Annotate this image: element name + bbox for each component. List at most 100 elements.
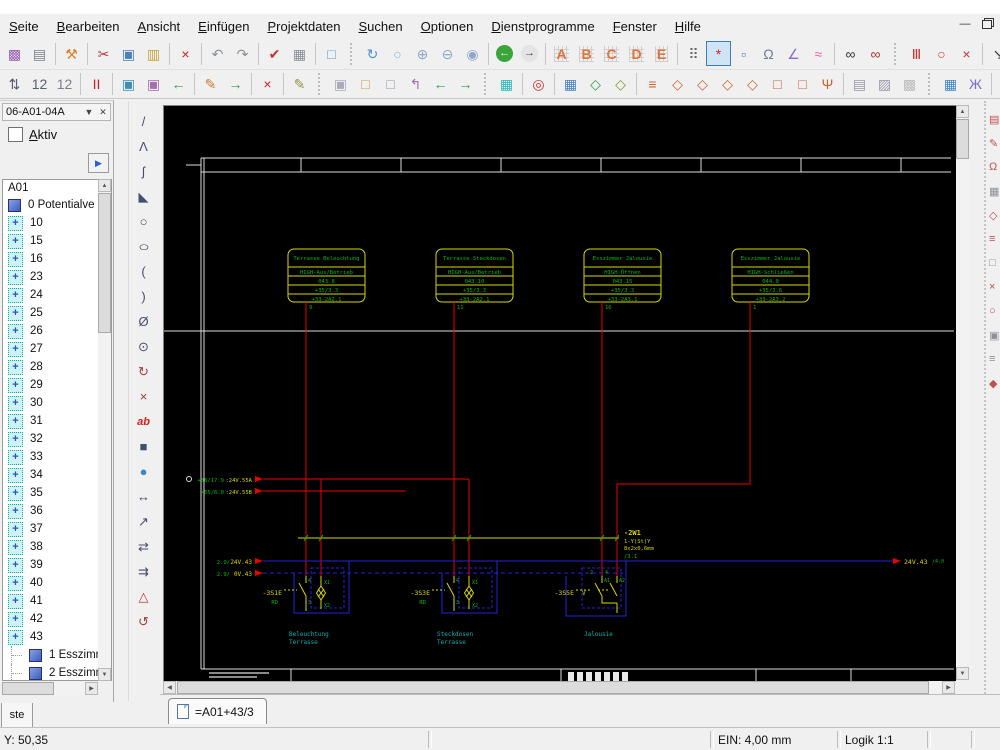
tree-vertical-scrollbar[interactable]: ▲ ▼	[98, 179, 111, 681]
copy-page-icon[interactable]: ▣	[328, 72, 353, 97]
refresh-icon[interactable]: ↻	[360, 41, 385, 66]
right-tool-circle-icon[interactable]: ○	[986, 299, 1000, 323]
paste-icon[interactable]: ▥	[141, 41, 166, 66]
select-symbol-icon[interactable]: ◇	[583, 72, 608, 97]
menu-item-9[interactable]: Hilfe	[666, 16, 710, 37]
hatch-icon[interactable]: ▨	[872, 72, 897, 97]
menu-item-4[interactable]: Projektdaten	[259, 16, 350, 37]
scroll-left-icon[interactable]: ◀	[163, 681, 176, 694]
project-tree[interactable]: A01 0 Potentialve 10 15 16 23 24 25 26 27 28 29 30 3…	[2, 179, 112, 681]
tree-item[interactable]: 26	[3, 322, 111, 340]
line-tool-icon[interactable]: /	[133, 109, 155, 134]
open-page-icon[interactable]: □	[378, 72, 403, 97]
restore-icon[interactable]	[978, 16, 996, 32]
text-tool-icon[interactable]: ab	[133, 409, 155, 434]
print-icon[interactable]: ▤	[27, 41, 52, 66]
panel-bottom-tab[interactable]: ste	[1, 703, 33, 728]
warn-tool-icon[interactable]: △	[133, 584, 155, 609]
scroll-thumb[interactable]	[98, 193, 111, 333]
terminal-multi-icon[interactable]: Ψ	[815, 72, 840, 97]
nav-forward-icon[interactable]: →	[517, 41, 542, 66]
select-new-icon[interactable]: ▩	[897, 72, 922, 97]
tree-item[interactable]: 36	[3, 502, 111, 520]
cut-icon[interactable]: ✂	[91, 41, 116, 66]
tree-item[interactable]: 27	[3, 340, 111, 358]
nav-back-icon[interactable]: ←	[492, 41, 517, 66]
tree-item[interactable]: 39	[3, 556, 111, 574]
page-tab[interactable]: =A01+43/3	[168, 698, 267, 724]
menu-item-3[interactable]: Einfügen	[189, 16, 258, 37]
potential-mid-icon[interactable]: ▣	[141, 72, 166, 97]
zoom-window-icon[interactable]: ○	[385, 41, 410, 66]
terminal-icon[interactable]: ◇	[665, 72, 690, 97]
cross-tool-icon[interactable]: ×	[133, 384, 155, 409]
import-page-icon[interactable]: ↰	[403, 72, 428, 97]
layer-a-icon[interactable]: A	[549, 41, 574, 66]
schematic-canvas[interactable]: Terrasse Beleuchtung HIGH-Aus/Betrieb 043.…	[163, 105, 956, 681]
prev-page-icon[interactable]: ←	[428, 72, 453, 97]
tree-item[interactable]: 28	[3, 358, 111, 376]
wire-cross-icon[interactable]: ×	[954, 41, 979, 66]
right-tool-symbols-icon[interactable]: ▤	[986, 107, 1000, 131]
chevron-down-icon[interactable]: ▼	[82, 105, 96, 119]
potential-end-icon[interactable]: ←	[166, 72, 191, 97]
layer-b-icon[interactable]: B	[574, 41, 599, 66]
edit-macro-icon[interactable]: ✎	[198, 72, 223, 97]
zoom-100-icon[interactable]: ◉	[460, 41, 485, 66]
scroll-down-icon[interactable]: ▼	[98, 668, 111, 681]
right-tool-dot-icon[interactable]: ◆	[986, 371, 1000, 395]
scroll-thumb[interactable]	[2, 682, 54, 695]
clock-tool-icon[interactable]: ⊙	[133, 334, 155, 359]
right-tool-omega-icon[interactable]: Ω	[986, 155, 1000, 179]
monitor-icon[interactable]: □	[319, 41, 344, 66]
menu-item-8[interactable]: Fenster	[604, 16, 666, 37]
connector-icon[interactable]: Ж	[963, 72, 988, 97]
undo-icon[interactable]: ↶	[205, 41, 230, 66]
right-tool-edit-icon[interactable]: ✎	[986, 131, 1000, 155]
tree-subitem[interactable]: 1 Esszimm	[3, 646, 111, 664]
ellipse-tool-icon[interactable]: ○	[133, 234, 155, 259]
select-frame-icon[interactable]: ▦	[558, 72, 583, 97]
wire-parallel-icon[interactable]: Ⅲ	[904, 41, 929, 66]
right-tool-lines-icon[interactable]: ≡	[986, 347, 1000, 371]
tree-item[interactable]: 30	[3, 394, 111, 412]
tree-item[interactable]: 43	[3, 628, 111, 646]
arc-right-tool-icon[interactable]: )	[133, 284, 155, 309]
dimension-tool-icon[interactable]: ⇄	[133, 534, 155, 559]
lasso-icon[interactable]: Ω	[756, 41, 781, 66]
table-view-icon[interactable]: ▦	[938, 72, 963, 97]
minimize-icon[interactable]: —	[956, 16, 974, 32]
scroll-thumb[interactable]	[956, 119, 969, 159]
delete-macro-icon[interactable]: ×	[255, 72, 280, 97]
canvas-horizontal-scrollbar[interactable]: ◀ ▶	[163, 681, 955, 694]
zoom-out-icon[interactable]: ⊖	[435, 41, 460, 66]
grid-dots-icon[interactable]: ⠿	[681, 41, 706, 66]
snap-grid-icon[interactable]: *	[706, 41, 731, 66]
potential-start-icon[interactable]: ▣	[116, 72, 141, 97]
layer-d-icon[interactable]: D	[624, 41, 649, 66]
terminal-box2-icon[interactable]: □	[790, 72, 815, 97]
tree-item[interactable]: 35	[3, 484, 111, 502]
arc-left-tool-icon[interactable]: (	[133, 259, 155, 284]
zoom-in-icon[interactable]: ⊕	[410, 41, 435, 66]
tree-item[interactable]: 10	[3, 214, 111, 232]
tree-item[interactable]: 32	[3, 430, 111, 448]
canvas-vertical-scrollbar[interactable]: ▲ ▼	[956, 105, 969, 680]
web-tool-icon[interactable]: ●	[133, 459, 155, 484]
next-page-icon[interactable]: →	[453, 72, 478, 97]
terminal-box-icon[interactable]: □	[765, 72, 790, 97]
connect-icon[interactable]: ≈	[806, 41, 831, 66]
pin-number-icon[interactable]: 12	[27, 72, 52, 97]
menu-item-1[interactable]: Bearbeiten	[48, 16, 129, 37]
menu-item-6[interactable]: Optionen	[412, 16, 483, 37]
macro-tools-icon[interactable]: ✎	[287, 72, 312, 97]
tree-item[interactable]: 16	[3, 250, 111, 268]
pie-tool-icon[interactable]: Ø	[133, 309, 155, 334]
tree-item[interactable]: 23	[3, 268, 111, 286]
right-tool-diamond-icon[interactable]: ◇	[986, 203, 1000, 227]
tree-item[interactable]: 34	[3, 466, 111, 484]
scroll-down-icon[interactable]: ▼	[956, 667, 969, 680]
span-tool-icon[interactable]: ↔	[133, 484, 155, 509]
tree-item[interactable]: 38	[3, 538, 111, 556]
tree-item[interactable]: 42	[3, 610, 111, 628]
